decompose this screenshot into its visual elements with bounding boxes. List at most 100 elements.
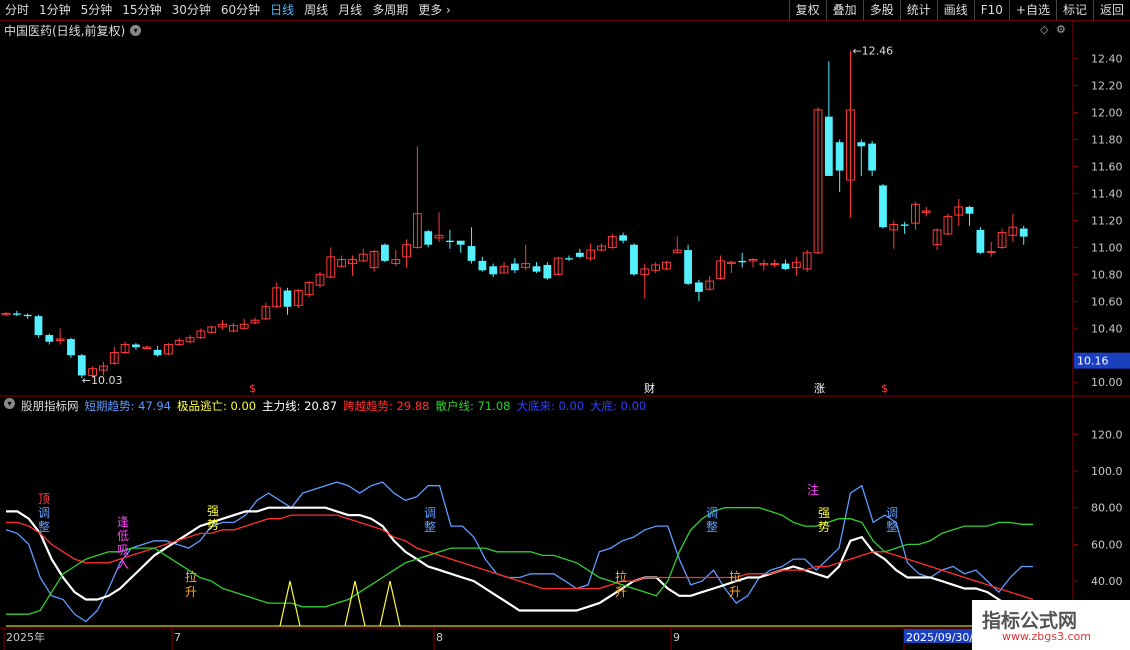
tab-10[interactable]: 更多 › [413, 0, 456, 20]
tab-5[interactable]: 60分钟 [216, 0, 265, 20]
candle-body [12, 313, 21, 315]
tool-button-8[interactable]: 返回 [1092, 0, 1130, 20]
candle-body [543, 264, 552, 279]
candle-body [381, 244, 389, 261]
candle-body [879, 185, 887, 228]
tab-0[interactable]: 分时 [0, 0, 34, 20]
tool-button-4[interactable]: 画线 [936, 0, 974, 20]
candle-body [824, 116, 833, 176]
price-tick-label: 10.80 [1091, 268, 1123, 281]
candle-body [456, 240, 465, 245]
signal-label: 调 [424, 506, 436, 520]
candle-body [900, 224, 909, 226]
tool-button-7[interactable]: 标记 [1055, 0, 1093, 20]
tool-button-1[interactable]: 叠加 [825, 0, 863, 20]
tab-1[interactable]: 1分钟 [34, 0, 76, 20]
candle-body [965, 206, 974, 214]
candle-body [77, 355, 86, 376]
tool-button-3[interactable]: 统计 [899, 0, 937, 20]
signal-label: 拉 [185, 569, 197, 584]
price-tick-label: 12.40 [1091, 53, 1123, 66]
signal-label: 整 [424, 519, 436, 534]
signal-label: 整 [886, 519, 898, 534]
candle-body [575, 252, 584, 257]
tab-2[interactable]: 5分钟 [76, 0, 118, 20]
price-tick-label: 11.60 [1091, 161, 1123, 174]
candle-body [532, 266, 541, 272]
tab-9[interactable]: 多周期 [367, 0, 413, 20]
watermark: 指标公式网 www.zbgs3.com [972, 600, 1130, 650]
candle-body [424, 231, 433, 245]
period-tabs: 分时 1分钟 5分钟 15分钟 30分钟 60分钟 日线 周线 月线 多周期 更多 › [0, 0, 456, 20]
signal-label: 入 [117, 557, 129, 571]
signal-label: 拉 [729, 569, 741, 584]
tool-button-0[interactable]: 复权 [788, 0, 826, 20]
escape-spike [344, 580, 366, 627]
candle-body [986, 250, 996, 253]
candle-body [510, 263, 519, 271]
indicator-tick-label: 100.0 [1091, 465, 1123, 478]
signal-label: 强 [207, 504, 219, 518]
escape-spike [379, 580, 401, 627]
signal-label: 势 [207, 518, 219, 532]
candle-body [857, 142, 866, 147]
indicator-tick-label: 120.0 [1091, 428, 1123, 441]
candle-body [770, 263, 780, 266]
event-marker: $ [881, 382, 888, 395]
kline-chart[interactable]: 12.40 12.20 12.00 11.80 11.60 11.40 11.20 11.00… [0, 21, 1130, 650]
date-label: 7 [174, 631, 181, 644]
candle-body [489, 266, 498, 275]
candle-body [153, 349, 162, 356]
event-marker: $ [249, 382, 256, 395]
candle-body [695, 282, 703, 292]
indicator-tick-label: 60.00 [1091, 538, 1123, 551]
price-tick-label: 10.40 [1091, 322, 1123, 335]
date-label: 9 [673, 631, 680, 644]
signal-label: 强 [818, 506, 830, 520]
tool-button-2[interactable]: 多股 [862, 0, 900, 20]
candle-body [868, 143, 877, 171]
top-toolbar: 分时 1分钟 5分钟 15分钟 30分钟 60分钟 日线 周线 月线 多周期 更多 › 复权 叠加 多股… [0, 0, 1130, 21]
tool-button-5[interactable]: F10 [973, 0, 1009, 20]
candle-body [684, 250, 692, 284]
price-tick-label: 11.40 [1091, 187, 1123, 200]
candle-body [445, 240, 454, 243]
signal-label: 升 [185, 585, 197, 599]
date-label: 2025/09/30/ [906, 631, 973, 644]
tab-8[interactable]: 月线 [333, 0, 367, 20]
candle-body [45, 335, 54, 342]
low-annotation: ←10.03 [82, 374, 123, 387]
candle-body [478, 260, 487, 271]
signal-label: 升 [615, 585, 627, 599]
price-tick-label: 10.00 [1091, 376, 1123, 389]
price-tick-label: 12.20 [1091, 80, 1123, 93]
tab-6[interactable]: 日线 [265, 0, 299, 20]
candle-body [283, 290, 292, 307]
price-tick-label: 11.80 [1091, 134, 1123, 147]
tool-button-6[interactable]: +自选 [1008, 0, 1056, 20]
signal-label: 整 [38, 519, 50, 534]
tab-7[interactable]: 周线 [299, 0, 333, 20]
series-line-1 [6, 506, 1034, 618]
settings-icon: ⚙ [1056, 23, 1066, 36]
signal-label: 吸 [117, 543, 129, 557]
signal-label: 升 [729, 585, 741, 599]
candle-body [619, 235, 628, 241]
signal-label: 调 [38, 506, 50, 520]
signal-label: 顶 [38, 492, 50, 506]
price-tick-label: 11.20 [1091, 214, 1123, 227]
signal-label: 逢 [117, 515, 129, 529]
high-annotation: ←12.46 [852, 45, 893, 58]
tab-3[interactable]: 15分钟 [117, 0, 166, 20]
candle-body [132, 344, 140, 348]
tab-4[interactable]: 30分钟 [167, 0, 216, 20]
date-label: 2025年 [6, 630, 45, 644]
candle-body [781, 263, 790, 269]
indicator-tick-label: 80.00 [1091, 502, 1123, 515]
signal-label: 调 [886, 506, 898, 520]
event-marker: 财 [644, 381, 655, 395]
signal-label: 整 [706, 519, 718, 534]
candle-body [1019, 228, 1028, 237]
watermark-url: www.zbgs3.com [1002, 630, 1091, 643]
candle-body [565, 258, 573, 260]
